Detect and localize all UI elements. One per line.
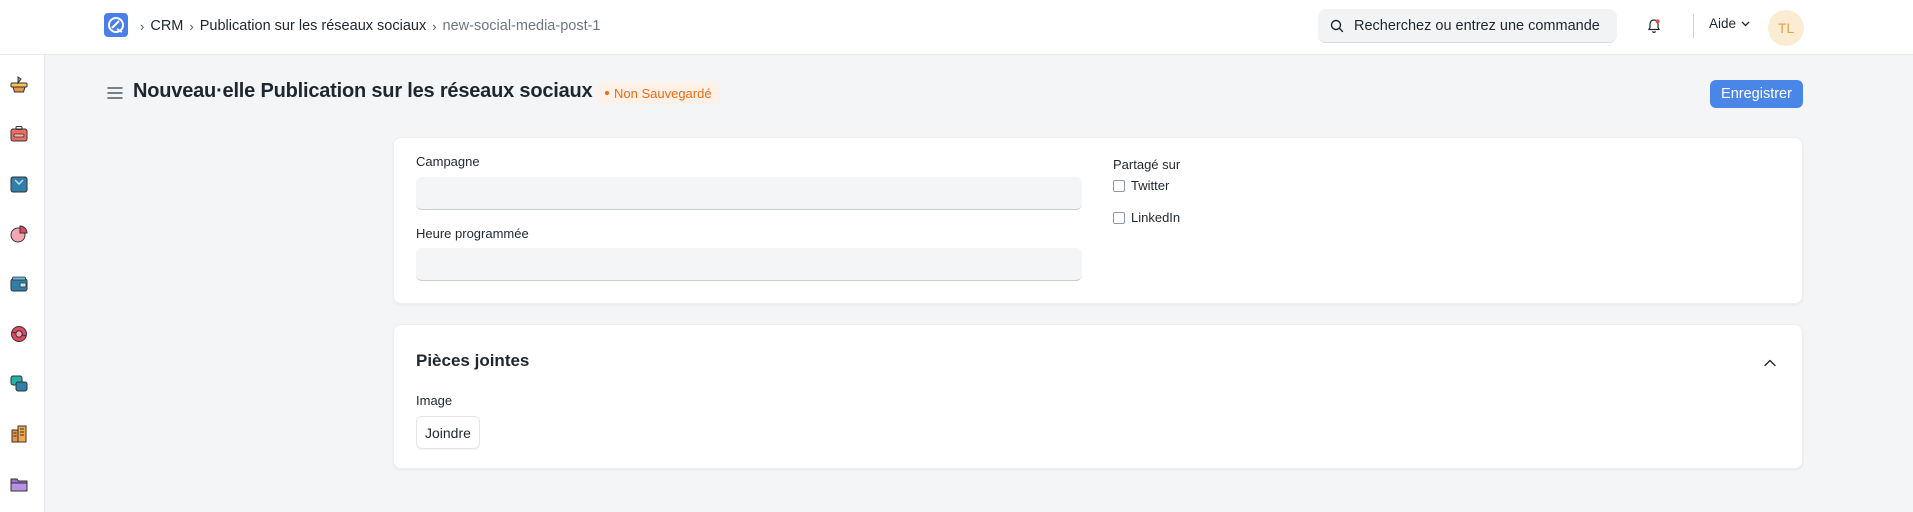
form-card: Campagne Heure programmée Partagé sur Tw… — [393, 137, 1803, 304]
building-icon — [11, 425, 27, 443]
basket-icon — [10, 76, 28, 93]
twitter-label: Twitter — [1131, 178, 1170, 193]
search-icon — [1330, 19, 1344, 32]
notification-bell-icon[interactable] — [1645, 17, 1663, 35]
sidebar-item-chat[interactable] — [8, 373, 30, 395]
wallet-icon — [10, 276, 28, 292]
sidebar-item-building[interactable] — [8, 423, 30, 445]
chat-icon — [10, 375, 28, 392]
top-navbar: › CRM › Publication sur les réseaux soci… — [0, 0, 1913, 55]
sidebar-item-basket[interactable] — [8, 73, 30, 95]
breadcrumb-doctype[interactable]: Publication sur les réseaux sociaux — [200, 18, 426, 34]
navbar-divider — [1693, 14, 1694, 38]
chevron-right-icon: › — [189, 18, 194, 34]
chevron-right-icon: › — [140, 18, 145, 34]
attachments-section-title[interactable]: Pièces jointes — [416, 351, 529, 371]
twitter-checkbox[interactable] — [1113, 179, 1125, 192]
archive-icon — [10, 478, 28, 492]
help-label: Aide — [1709, 16, 1737, 31]
sidebar-item-wallet[interactable] — [8, 273, 30, 295]
sidebar-item-pie-chart[interactable] — [8, 223, 30, 245]
share-option-linkedin[interactable]: LinkedIn — [1113, 210, 1180, 225]
briefcase-icon — [10, 126, 28, 142]
help-dropdown[interactable]: Aide — [1709, 16, 1750, 31]
search-bar[interactable] — [1318, 9, 1617, 43]
attach-button[interactable]: Joindre — [416, 416, 480, 449]
linkedin-label: LinkedIn — [1131, 210, 1181, 225]
chevron-right-icon: › — [432, 18, 437, 34]
logo-icon — [108, 17, 124, 33]
status-text: Non Sauvegardé — [614, 85, 712, 101]
save-button[interactable]: Enregistrer — [1710, 80, 1803, 108]
scheduled-time-label: Heure programmée — [416, 226, 529, 241]
sidebar-item-archive[interactable] — [8, 473, 30, 495]
folder-icon — [10, 176, 28, 193]
breadcrumb-crm[interactable]: CRM — [150, 18, 183, 34]
support-icon — [11, 326, 27, 342]
breadcrumb: › CRM › Publication sur les réseaux soci… — [140, 16, 607, 36]
page-title: Nouveau·elle Publication sur les réseaux… — [133, 80, 593, 102]
pie-chart-icon — [10, 225, 28, 243]
app-logo[interactable] — [104, 13, 128, 37]
sidebar-rail — [0, 55, 45, 512]
linkedin-checkbox[interactable] — [1113, 211, 1125, 224]
campaign-label: Campagne — [416, 154, 480, 169]
image-label: Image — [416, 393, 453, 408]
status-badge: Non Sauvegardé — [597, 82, 719, 104]
user-avatar[interactable]: TL — [1768, 10, 1804, 46]
share-on-label: Partagé sur — [1113, 157, 1181, 172]
search-input[interactable] — [1354, 17, 1614, 34]
share-option-twitter[interactable]: Twitter — [1113, 178, 1169, 193]
status-dot-icon — [605, 91, 609, 95]
scheduled-time-input[interactable] — [416, 248, 1082, 281]
sidebar-item-support[interactable] — [8, 323, 30, 345]
breadcrumb-current[interactable]: new-social-media-post-1 — [443, 18, 601, 34]
hamburger-menu-icon[interactable] — [107, 86, 123, 100]
campaign-input[interactable] — [416, 177, 1082, 210]
attachments-card: Pièces jointes Image Joindre — [393, 324, 1803, 469]
sidebar-item-briefcase[interactable] — [8, 123, 30, 145]
chevron-up-icon[interactable] — [1763, 358, 1777, 368]
sidebar-item-folder[interactable] — [8, 173, 30, 195]
chevron-down-icon — [1741, 21, 1750, 26]
